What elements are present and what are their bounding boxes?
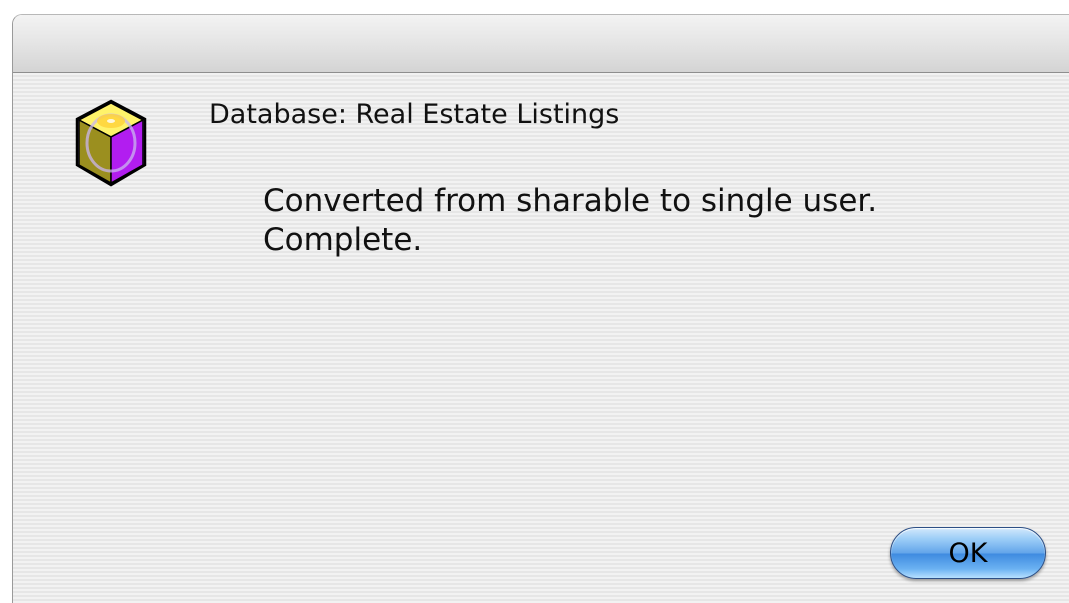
message-line: Complete.	[263, 222, 423, 258]
dialog-content: Database: Real Estate Listings Converted…	[13, 73, 1069, 603]
ok-button[interactable]: OK	[890, 527, 1046, 579]
database-cube-icon	[75, 99, 147, 187]
dialog-message: Converted from sharable to single user. …	[263, 182, 877, 260]
message-line: Converted from sharable to single user.	[263, 183, 878, 219]
database-title: Database: Real Estate Listings	[209, 99, 620, 130]
ok-button-label: OK	[948, 537, 988, 569]
alert-dialog: Database: Real Estate Listings Converted…	[12, 14, 1069, 603]
title-bar[interactable]	[13, 15, 1069, 73]
